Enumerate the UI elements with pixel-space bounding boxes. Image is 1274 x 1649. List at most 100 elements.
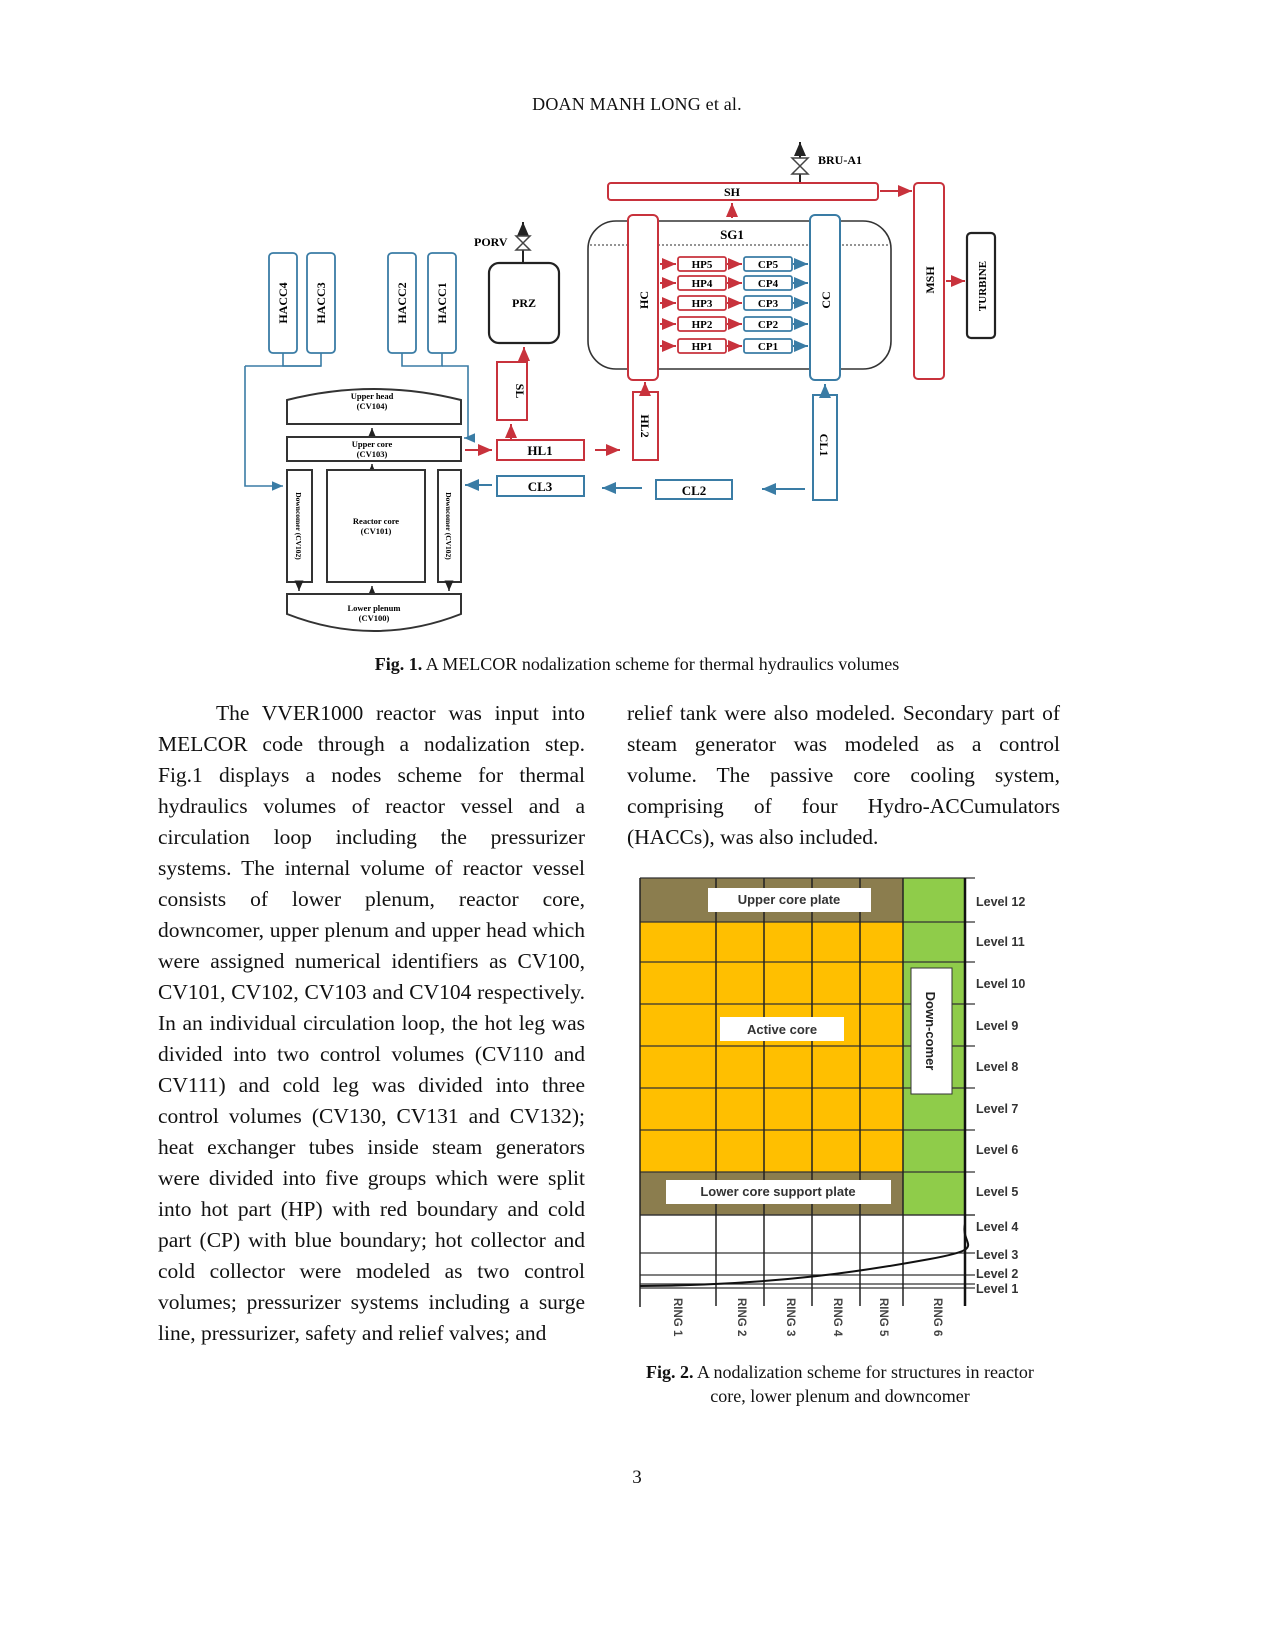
grid-cell (764, 1088, 812, 1130)
cl2-label: CL2 (682, 483, 707, 498)
figure-2-caption-label: Fig. 2. (646, 1362, 694, 1382)
reactor-core-label: Reactor core (353, 516, 399, 526)
cc-label: CC (819, 291, 833, 308)
grid-cell (903, 922, 965, 962)
grid-cell (812, 1088, 860, 1130)
figure-2-diagram: Upper core plate Active core Lower core … (639, 877, 1025, 1337)
level-label: Level 11 (976, 935, 1025, 949)
figure-1-caption-label: Fig. 1. (374, 654, 423, 674)
hl1-label: HL1 (527, 443, 552, 458)
sg1-label: SG1 (720, 227, 744, 242)
grid-cell (903, 1130, 965, 1172)
cp-label: CP2 (758, 319, 779, 331)
grid-cell (640, 878, 716, 922)
grid-cell (860, 922, 903, 962)
grid-cell (903, 1172, 965, 1215)
grid-cell (860, 1130, 903, 1172)
right-paragraph: relief tank were also modeled. Secondary… (627, 701, 1060, 849)
grid-cell (860, 1088, 903, 1130)
msh-label: MSH (923, 266, 937, 294)
hl2-label: HL2 (638, 414, 652, 437)
hacc4-label: HACC4 (276, 282, 290, 323)
upper-core-label: Upper core (352, 439, 393, 449)
downcomer-right-label: Downcomer (CV102) (444, 492, 453, 560)
figure-2-caption: Fig. 2. A nodalization scheme for struct… (640, 1360, 1040, 1408)
hp-label: HP5 (692, 259, 713, 271)
grid-cell (716, 922, 764, 962)
grid-cell (812, 962, 860, 1004)
grid-cell (716, 1130, 764, 1172)
level-label: Level 1 (976, 1282, 1018, 1296)
level-label: Level 8 (976, 1060, 1018, 1074)
sl-label: SL (513, 384, 527, 399)
level-label: Level 4 (976, 1220, 1018, 1234)
ring-label: RING 1 (671, 1298, 683, 1337)
cp-label: CP3 (758, 298, 779, 310)
lower-head-curve (639, 1223, 970, 1287)
hp-label: HP1 (692, 341, 713, 353)
hacc3-label: HACC3 (314, 282, 328, 323)
cl1-label: CL1 (817, 434, 831, 457)
upper-plate-label: Upper core plate (738, 892, 841, 907)
prz-label: PRZ (512, 296, 536, 310)
sh-box (607, 182, 879, 201)
grid-cell (640, 922, 716, 962)
hp-label: HP3 (692, 298, 713, 310)
figure-1-caption: Fig. 1. A MELCOR nodalization scheme for… (0, 654, 1274, 675)
hp-label: HP4 (692, 278, 713, 290)
left-paragraph: The VVER1000 reactor was input into MELC… (158, 701, 585, 1345)
ring-label: RING 2 (735, 1298, 747, 1336)
hp-label: HP2 (692, 319, 713, 331)
turbine-label: TURBINE (977, 261, 989, 311)
hc-label: HC (637, 291, 651, 309)
level-label: Level 6 (976, 1143, 1018, 1157)
grid-cell (764, 922, 812, 962)
grid-cell (640, 1046, 716, 1088)
ring-label: RING 5 (877, 1298, 889, 1337)
lower-plenum-label: Lower plenum (348, 603, 401, 613)
level-label: Level 9 (976, 1019, 1018, 1033)
grid-cell (764, 962, 812, 1004)
figure-1-caption-text: A MELCOR nodalization scheme for thermal… (422, 654, 900, 674)
ring-label: RING 4 (831, 1298, 843, 1337)
cl3-label: CL3 (528, 479, 553, 494)
grid-cell (860, 962, 903, 1004)
grid-cell (812, 1046, 860, 1088)
grid-cell (640, 1004, 716, 1046)
grid-cell (716, 1088, 764, 1130)
grid-cell (640, 1130, 716, 1172)
page-number: 3 (632, 1467, 642, 1488)
left-column: The VVER1000 reactor was input into MELC… (158, 698, 585, 1349)
level-label: Level 3 (976, 1248, 1018, 1262)
hacc1-label: HACC1 (435, 282, 449, 323)
ring-label: RING 6 (931, 1298, 943, 1336)
right-column: relief tank were also modeled. Secondary… (627, 698, 1060, 853)
bru-label: BRU-A1 (818, 153, 862, 167)
level-label: Level 12 (976, 895, 1025, 909)
cp-label: CP4 (758, 278, 779, 290)
grid-cell (640, 1088, 716, 1130)
sh-label: SH (724, 185, 741, 199)
level-label: Level 5 (976, 1185, 1018, 1199)
grid-cell (903, 878, 965, 922)
figure-1-diagram: BRU-A1 SH SG1 HC CC HP5 CP5 HP4 CP4 HP3 CP3 HP… (244, 142, 997, 632)
grid-cell (764, 1046, 812, 1088)
bru-valve-icon (790, 142, 810, 183)
porv-label: PORV (474, 235, 508, 249)
grid-cell (812, 1130, 860, 1172)
upper-core-cv: (CV103) (357, 449, 388, 459)
grid-cell (860, 1004, 903, 1046)
reactor-core-cv: (CV101) (361, 526, 392, 536)
figure-2-caption-text: A nodalization scheme for structures in … (693, 1362, 1034, 1406)
grid-cell (860, 1046, 903, 1088)
level-label: Level 10 (976, 977, 1025, 991)
level-label: Level 2 (976, 1267, 1018, 1281)
grid-cell (764, 1130, 812, 1172)
downcomer-label: Down-comer (923, 992, 938, 1071)
downcomer-left-label: Downcomer (CV102) (294, 492, 303, 560)
porv-valve-icon (514, 222, 532, 262)
grid-cell (716, 1046, 764, 1088)
upper-head-label: Upper head (351, 391, 394, 401)
grid-cell (812, 922, 860, 962)
grid-cell (716, 962, 764, 1004)
